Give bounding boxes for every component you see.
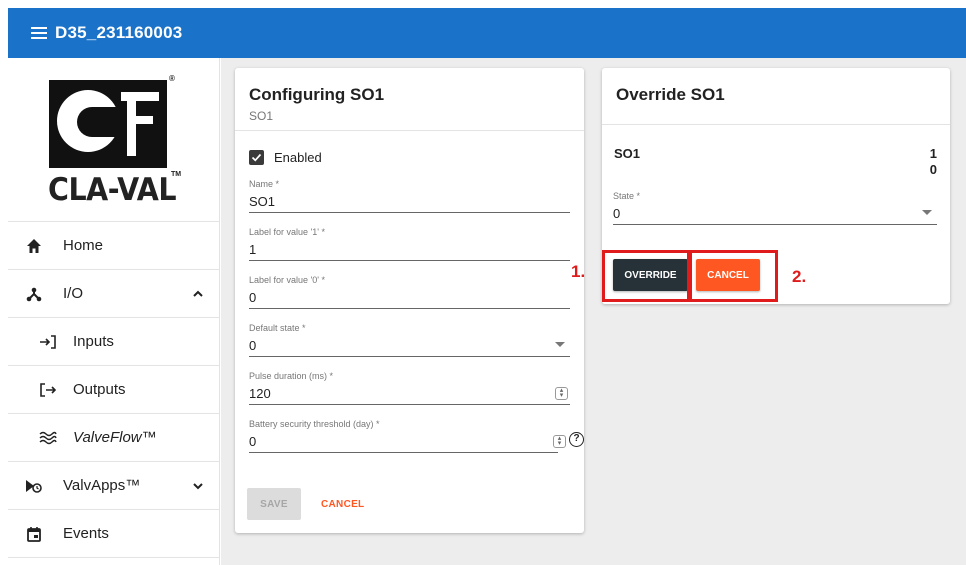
field-label: Battery security threshold (day) * [249, 419, 380, 429]
pulse-duration-field[interactable]: Pulse duration (ms) * 120 ▴ ▾ [249, 371, 570, 405]
sidebar-item-label: Events [63, 525, 109, 542]
sidebar-item-label: Outputs [73, 381, 126, 398]
sidebar-item-outputs[interactable]: Outputs [8, 366, 219, 414]
annotation-step-2: 2. [792, 267, 807, 286]
default-state-select[interactable]: Default state * 0 [249, 323, 570, 357]
sidebar-item-label: Inputs [73, 333, 114, 350]
field-label: Default state * [249, 323, 306, 333]
configuration-card: Configuring SO1 SO1 Enabled Name * SO1 L… [235, 68, 584, 533]
field-value[interactable]: 0 [613, 206, 937, 224]
label-value-0-field[interactable]: Label for value '0' * 0 [249, 275, 570, 309]
chevron-down-icon[interactable] [191, 479, 205, 493]
highlight-box-cancel [689, 250, 778, 302]
trademark-mark: TM [171, 171, 182, 178]
field-label: Pulse duration (ms) * [249, 371, 334, 381]
valve-apps-icon [25, 477, 43, 495]
help-icon[interactable]: ? [569, 432, 584, 447]
value-1-label: 1 [929, 146, 937, 161]
state-select[interactable]: State * 0 [613, 191, 937, 225]
dropdown-arrow-icon[interactable] [555, 342, 565, 347]
field-label: State * [613, 191, 641, 201]
app-title: D35_231160003 [55, 23, 183, 42]
field-value[interactable]: SO1 [249, 194, 570, 212]
calendar-icon [25, 525, 43, 543]
field-value[interactable]: 0 [249, 338, 570, 356]
checkbox-checked-icon[interactable] [249, 150, 264, 165]
enabled-checkbox[interactable]: Enabled [249, 150, 322, 165]
field-label: Label for value '0' * [249, 275, 325, 285]
field-value[interactable]: 120 [249, 386, 570, 404]
login-arrow-icon [39, 333, 57, 351]
sidebar-item-events[interactable]: Events [8, 510, 219, 558]
battery-threshold-field[interactable]: Battery security threshold (day) * 0 ▴ ▾ … [249, 419, 584, 453]
main-content: Configuring SO1 SO1 Enabled Name * SO1 L… [221, 58, 966, 565]
app-header: D35_231160003 [8, 8, 966, 58]
logo-text: CLA-VAL [48, 172, 177, 208]
sidebar-item-label: ValvApps™ [63, 477, 141, 494]
dropdown-arrow-icon[interactable] [922, 210, 932, 215]
logo-mark [49, 80, 167, 168]
hamburger-menu-icon[interactable] [31, 27, 47, 39]
sidebar-item-valvapps[interactable]: ValvApps™ [8, 462, 219, 510]
label-value-1-field[interactable]: Label for value '1' * 1 [249, 227, 570, 261]
number-spinner-icon[interactable]: ▴ ▾ [553, 435, 566, 448]
sidebar-item-label: Home [63, 237, 104, 254]
registered-mark: ® [169, 74, 175, 83]
io-tree-icon [25, 285, 43, 303]
name-field[interactable]: Name * SO1 [249, 179, 570, 213]
waves-icon [39, 429, 57, 447]
number-spinner-icon[interactable]: ▴ ▾ [555, 387, 568, 400]
logout-arrow-icon [39, 381, 57, 399]
save-button[interactable]: SAVE [247, 488, 301, 520]
value-0-label: 0 [929, 162, 937, 177]
card-subtitle: SO1 [249, 109, 274, 123]
field-value[interactable]: 0 [249, 434, 558, 452]
field-label: Name * [249, 179, 280, 189]
sidebar-item-valveflow[interactable]: ValveFlow™ [8, 414, 219, 462]
sidebar-item-label: I/O [63, 285, 84, 302]
enabled-label: Enabled [274, 150, 322, 165]
sidebar-item-io[interactable]: I/O [8, 270, 219, 318]
home-icon [25, 237, 43, 255]
card-header: Override SO1 [602, 68, 950, 125]
card-title: Configuring SO1 [249, 85, 385, 104]
sidebar-item-label: ValveFlow™ [73, 429, 157, 446]
highlight-box-override [602, 250, 690, 302]
output-name: SO1 [614, 146, 641, 161]
card-title: Override SO1 [616, 85, 725, 104]
sidebar-item-inputs[interactable]: Inputs [8, 318, 219, 366]
cla-val-logo: ® CLA-VAL TM [8, 58, 219, 222]
field-value[interactable]: 0 [249, 290, 570, 308]
annotation-step-1: 1. [571, 262, 586, 281]
field-label: Label for value '1' * [249, 227, 325, 237]
card-header: Configuring SO1 SO1 [235, 68, 584, 131]
sidebar-item-home[interactable]: Home [8, 222, 219, 270]
cancel-button[interactable]: CANCEL [321, 499, 364, 510]
sidebar: ® CLA-VAL TM Home I/O Inputs Outputs Val… [8, 58, 220, 565]
chevron-up-icon[interactable] [191, 287, 205, 301]
field-value[interactable]: 1 [249, 242, 570, 260]
